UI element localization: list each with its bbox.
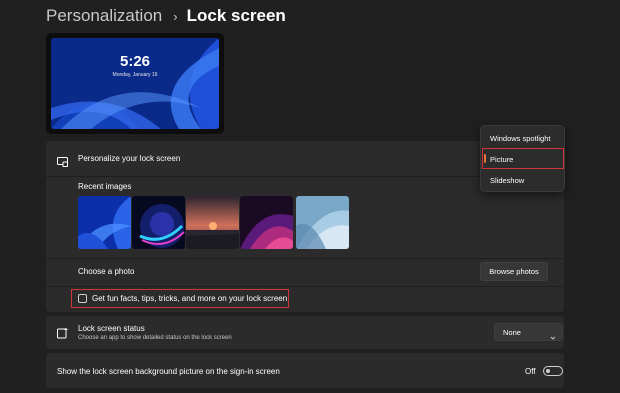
preview-wallpaper (51, 38, 219, 129)
lock-screen-status-label: Lock screen status (78, 324, 145, 333)
lock-screen-preview: 5:26 Monday, January 19 (46, 33, 224, 134)
preview-time: 5:26 (119, 53, 151, 70)
recent-image-4[interactable] (240, 196, 293, 249)
browse-photos-button[interactable]: Browse photos (480, 262, 548, 281)
recent-images-label: Recent images (78, 182, 132, 191)
status-dropdown-value: None (503, 327, 521, 337)
toggle-knob (546, 369, 550, 373)
recent-image-1[interactable] (78, 196, 131, 249)
fun-facts-checkbox[interactable] (78, 294, 87, 303)
breadcrumb: Personalization › Lock screen (46, 5, 286, 27)
lock-screen-status-description: Choose an app to show detailed status on… (78, 335, 232, 341)
page-title: Lock screen (186, 6, 286, 25)
choose-photo-label: Choose a photo (78, 267, 135, 276)
signin-toggle-label: Off (525, 367, 536, 376)
preview-date: Monday, January 19 (112, 72, 158, 78)
signin-background-toggle[interactable] (543, 366, 563, 376)
breadcrumb-personalization[interactable]: Personalization (46, 6, 162, 26)
divider (46, 258, 564, 259)
personalize-label: Personalize your lock screen (78, 154, 181, 163)
divider (46, 286, 564, 287)
status-app-icon (57, 326, 69, 339)
fun-facts-label[interactable]: Get fun facts, tips, tricks, and more on… (92, 294, 287, 303)
breadcrumb-separator: › (173, 8, 178, 24)
signin-background-label: Show the lock screen background picture … (57, 367, 280, 376)
menu-item-slideshow[interactable]: Slideshow (490, 176, 524, 185)
recent-image-5[interactable] (296, 196, 349, 249)
menu-item-windows-spotlight[interactable]: Windows spotlight (490, 134, 550, 143)
recent-image-3[interactable] (186, 196, 239, 249)
chevron-down-icon (550, 328, 556, 340)
preview-screen: 5:26 Monday, January 19 (51, 38, 219, 129)
picture-frame-icon (57, 154, 68, 167)
picture-highlight (482, 148, 564, 169)
recent-image-2[interactable] (132, 196, 185, 249)
